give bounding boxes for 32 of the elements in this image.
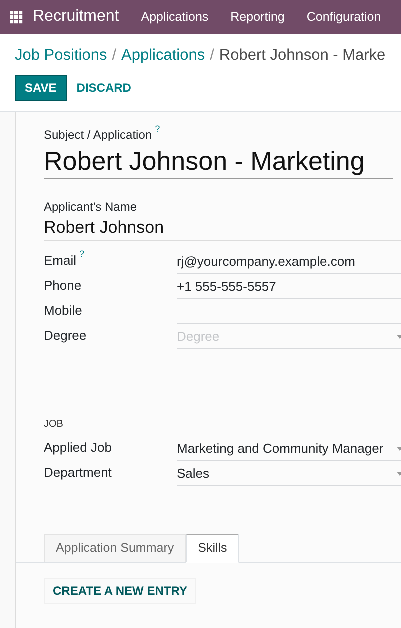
field-label: Email [44,252,77,270]
tab[interactable]: Application Summary [44,534,186,562]
tab[interactable]: Skills [186,534,240,563]
discard-button[interactable]: DISCARD [68,74,140,100]
menu-item[interactable]: Applications [141,8,209,26]
menu-item[interactable]: Reporting [230,8,285,26]
field-label: Mobile [44,302,82,320]
save-button[interactable]: SAVE [15,74,67,100]
select-field[interactable]: Sales [177,462,401,486]
help-mark: ? [155,123,160,136]
breadcrumb-link[interactable]: Job Positions [15,44,108,68]
input-field[interactable]: rj@yourcompany.example.com [177,250,401,274]
help-mark: ? [80,248,85,260]
menu-item[interactable]: Configuration [306,8,382,26]
app-name[interactable]: Recruitment [33,5,120,29]
breadcrumb-separator: / [112,46,117,66]
select-field[interactable]: Marketing and Community Manager [177,437,401,461]
field-label: Applied Job [44,438,112,457]
breadcrumb-current: Robert Johnson - Marke [219,46,386,66]
section-title: JOB [44,418,64,432]
apps-grid-icon[interactable] [10,10,23,24]
name-input[interactable]: Robert Johnson [44,216,401,241]
create-entry-button[interactable]: CREATE A NEW ENTRY [44,578,196,604]
field-label: Degree [44,326,87,345]
field-label: Phone [44,276,82,294]
breadcrumb-separator: / [210,46,214,66]
field-label: Applicant's Name [44,199,138,216]
input-field[interactable]: +1 555-555-5557 [177,275,401,299]
field-label: Subject / Application [44,127,152,144]
field-label: Department [44,464,112,482]
subject-input[interactable]: Robert Johnson - Marketing [44,144,393,179]
breadcrumb-link[interactable]: Applications [122,44,206,68]
